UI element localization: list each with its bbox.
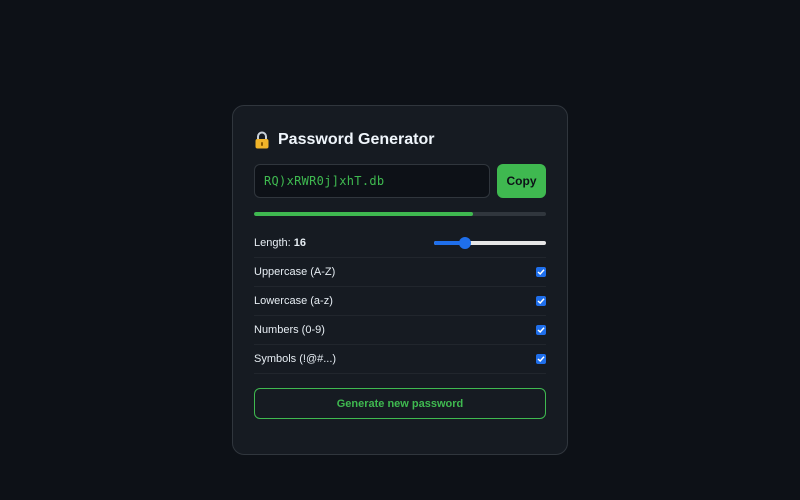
length-slider-thumb[interactable]: [459, 236, 472, 249]
option-uppercase[interactable]: Uppercase (A-Z): [254, 258, 546, 287]
length-slider[interactable]: [434, 236, 546, 250]
length-label-group: Length: 16: [254, 237, 306, 249]
option-label: Uppercase (A-Z): [254, 266, 336, 278]
password-generator-card: Password Generator RQ)xRWR0j]xhT.db Copy…: [232, 105, 568, 455]
lock-icon: [254, 131, 270, 149]
option-label: Lowercase (a-z): [254, 295, 333, 307]
header: Password Generator: [254, 130, 546, 150]
option-label: Numbers (0-9): [254, 324, 325, 336]
option-symbols[interactable]: Symbols (!@#...): [254, 345, 546, 374]
page-title: Password Generator: [278, 131, 435, 148]
option-lowercase[interactable]: Lowercase (a-z): [254, 287, 546, 316]
copy-button[interactable]: Copy: [497, 164, 546, 198]
password-row: RQ)xRWR0j]xhT.db Copy: [254, 164, 546, 198]
options-list: Length: 16 Uppercase (A-Z) Lowercase (a-…: [254, 228, 546, 374]
numbers-checkbox[interactable]: [536, 325, 546, 335]
strength-meter: [254, 212, 546, 216]
symbols-checkbox[interactable]: [536, 354, 546, 364]
uppercase-checkbox[interactable]: [536, 267, 546, 277]
strength-meter-fill: [254, 212, 473, 216]
password-output[interactable]: RQ)xRWR0j]xhT.db: [254, 164, 490, 198]
check-icon: [537, 298, 545, 305]
generate-button[interactable]: Generate new password: [254, 388, 546, 419]
length-value: 16: [293, 236, 307, 249]
check-icon: [537, 269, 545, 276]
option-label: Symbols (!@#...): [254, 353, 337, 365]
check-icon: [537, 327, 545, 334]
option-numbers[interactable]: Numbers (0-9): [254, 316, 546, 345]
length-row: Length: 16: [254, 228, 546, 258]
check-icon: [537, 356, 545, 363]
length-label: Length:: [254, 236, 291, 249]
lowercase-checkbox[interactable]: [536, 296, 546, 306]
